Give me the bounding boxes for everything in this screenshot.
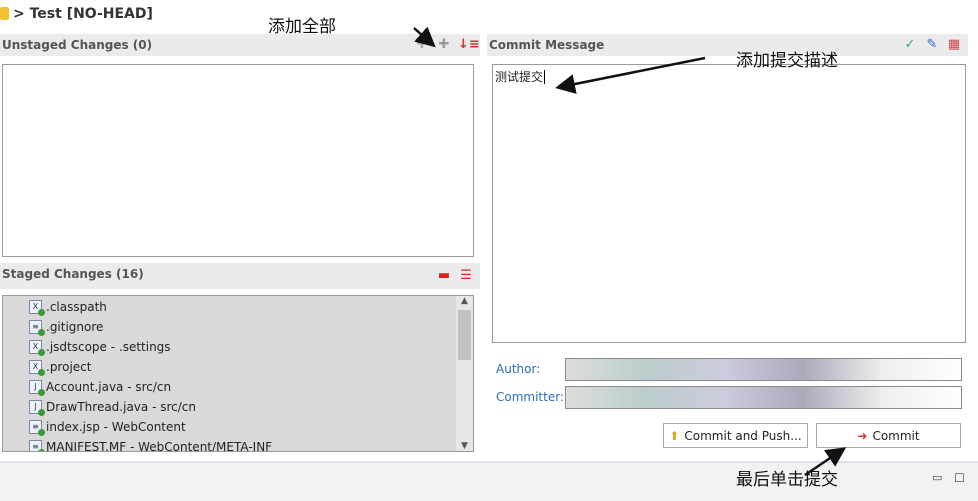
arrow-commit (804, 447, 847, 477)
annotation-arrows (413, 26, 847, 477)
arrow-message (555, 56, 706, 94)
arrow-add-all (413, 26, 436, 48)
